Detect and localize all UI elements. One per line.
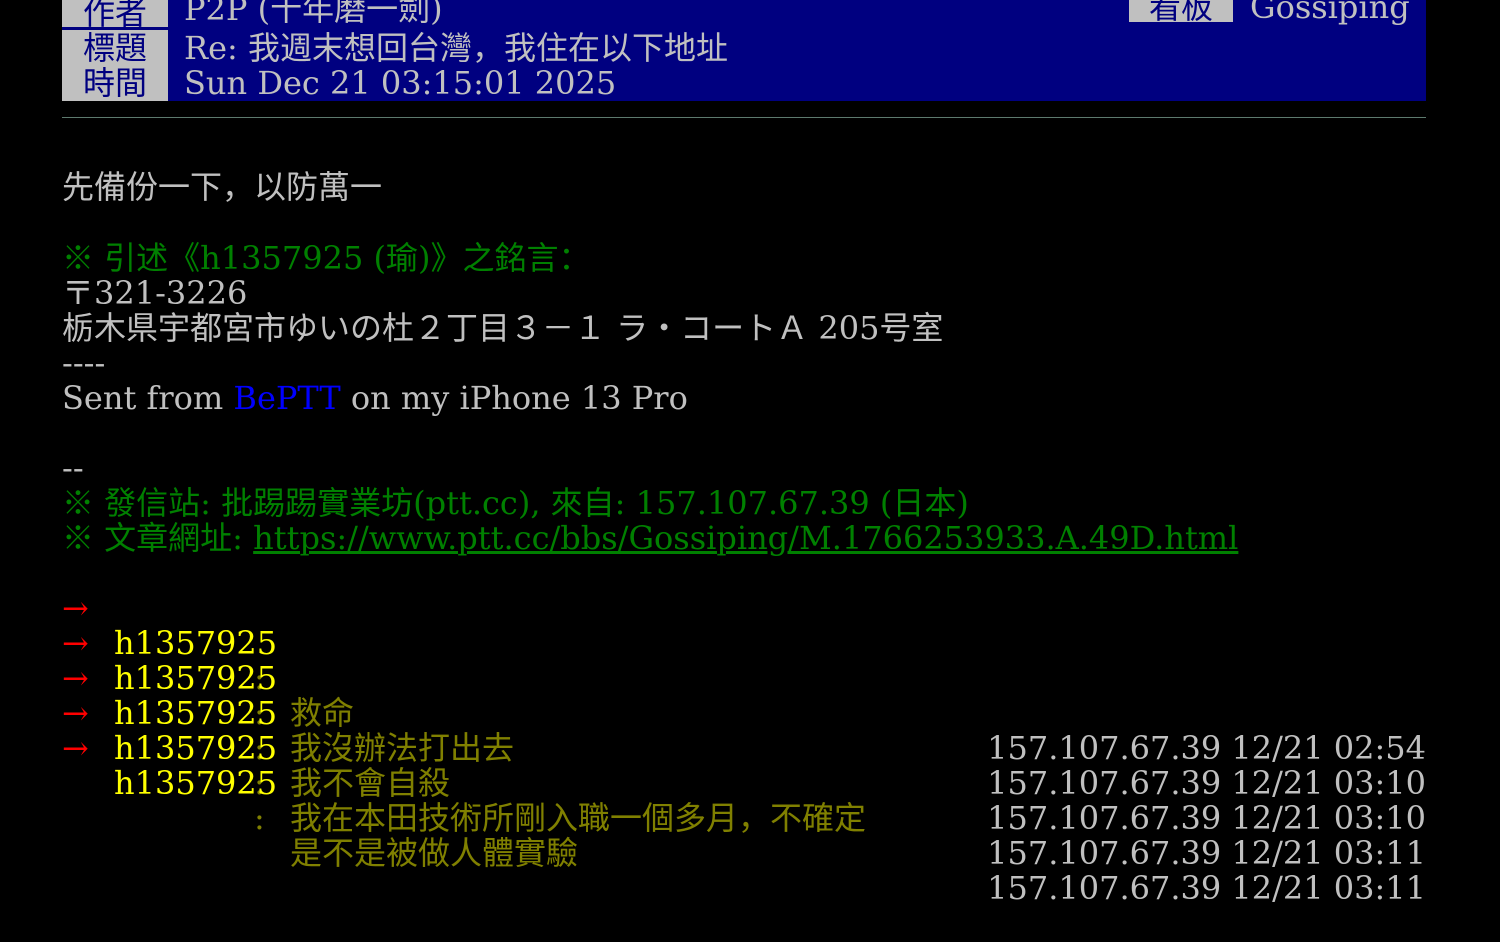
sent-suffix: on my iPhone 13 Pro <box>340 379 688 417</box>
signature-separator: -- <box>62 449 84 487</box>
author-label: 作者 <box>62 0 168 31</box>
push-message: 是不是被做人體實驗 <box>290 834 579 872</box>
push-ip-datetime: 157.107.67.39 12/21 02:54 <box>987 729 1426 767</box>
article-url-link[interactable]: https://www.ptt.cc/bbs/Gossiping/M.17662… <box>253 519 1238 557</box>
sent-from-line: Sent from BePTT on my iPhone 13 Pro <box>62 381 688 416</box>
push-user-id: h1357925 <box>114 764 278 802</box>
push-ip-datetime: 157.107.67.39 12/21 03:10 <box>987 799 1426 837</box>
author-value: P2P (十年磨一劍) <box>184 0 443 28</box>
header-divider <box>62 117 1426 118</box>
header-row-author: 作者 P2P (十年磨一劍) 看板 Gossiping <box>62 0 1426 31</box>
push-message: 我不會自殺 <box>290 764 451 802</box>
time-label: 時間 <box>62 65 168 101</box>
body-line-backup: 先備份一下，以防萬一 <box>62 168 383 206</box>
header-row-time: 時間 Sun Dec 21 03:15:01 2025 <box>62 64 1426 102</box>
ptt-article: 作者 P2P (十年磨一劍) 看板 Gossiping 標題 Re: 我週末想回… <box>62 0 1426 906</box>
push-row: → h1357925 : 是不是被做人體實驗 157.107.67.39 12/… <box>62 696 1426 906</box>
push-ip-datetime: 157.107.67.39 12/21 03:11 <box>987 869 1426 907</box>
time-value: Sun Dec 21 03:15:01 2025 <box>184 64 617 102</box>
sent-prefix: Sent from <box>62 379 234 417</box>
push-ip-datetime: 157.107.67.39 12/21 03:10 <box>987 764 1426 802</box>
board-value: Gossiping <box>1250 0 1410 26</box>
push-ip-datetime: 157.107.67.39 12/21 03:11 <box>987 834 1426 872</box>
push-user-id: h1357925 <box>114 729 278 767</box>
quote-header: ※ 引述《h1357925 (瑜)》之銘言： <box>62 239 591 277</box>
url-label: ※ 文章網址: <box>62 519 254 557</box>
title-value: Re: 我週末想回台灣，我住在以下地址 <box>184 29 728 67</box>
title-label: 標題 <box>62 30 168 66</box>
push-message: 我沒辦法打出去 <box>290 729 515 767</box>
push-message: 我在本田技術所剛入職一個多月，不確定 <box>290 799 867 837</box>
header-row-title: 標題 Re: 我週末想回台灣，我住在以下地址 <box>62 29 1426 67</box>
push-colon: : <box>254 799 265 837</box>
quote-postal-code: 〒321-3226 <box>62 274 248 312</box>
push-row: → h1357925 : 我在本田技術所剛入職一個多月，不確定 157.107.… <box>62 661 1426 871</box>
push-row: → h1357925 : 救命 157.107.67.39 12/21 02:5… <box>62 556 1426 766</box>
push-row: → h1357925 : 我沒辦法打出去 157.107.67.39 12/21… <box>62 591 1426 801</box>
origin-line: ※ 發信站: 批踢踢實業坊(ptt.cc), 來自: 157.107.67.39… <box>62 484 969 522</box>
push-row: → h1357925 : 我不會自殺 157.107.67.39 12/21 0… <box>62 626 1426 836</box>
article-header: 作者 P2P (十年磨一劍) 看板 Gossiping 標題 Re: 我週末想回… <box>62 0 1426 101</box>
article-url-line: ※ 文章網址: https://www.ptt.cc/bbs/Gossiping… <box>62 521 1238 556</box>
beptt-app-name: BePTT <box>233 379 341 417</box>
quote-address: 栃木県宇都宮市ゆいの杜２丁目３－１ ラ・コートＡ 205号室 <box>62 309 944 347</box>
board-label: 看板 <box>1129 0 1233 26</box>
quote-dashes: ---- <box>62 344 106 382</box>
push-arrow-icon: → <box>62 729 89 767</box>
